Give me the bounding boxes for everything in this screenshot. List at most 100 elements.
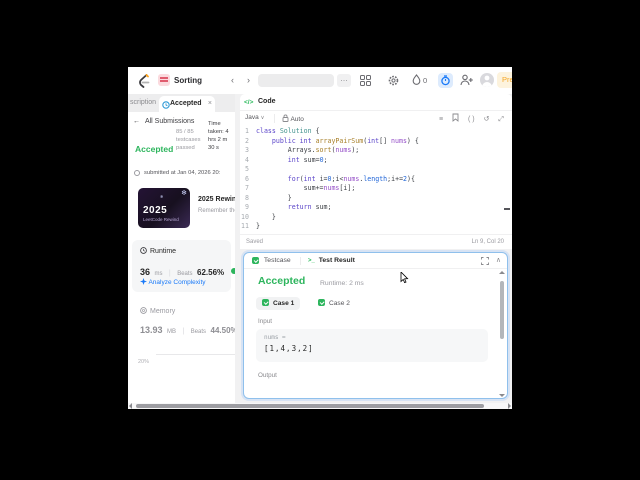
editor-status-bar: Saved Ln 9, Col 20 [240, 234, 512, 249]
bookmark-icon[interactable] [452, 113, 459, 122]
case-2-label: Case 2 [329, 300, 350, 307]
line-number: 7 [245, 184, 249, 192]
layout-grid-icon[interactable] [360, 75, 371, 86]
test-result-panel: Testcase >_ Test Result ∧ Accepted Runti… [243, 252, 508, 399]
memory-header: Memory [140, 307, 175, 315]
submitter-avatar [134, 170, 140, 176]
testcase-check-icon [252, 257, 259, 264]
line-number: 3 [245, 146, 249, 154]
page-hscrollbar[interactable] [128, 403, 512, 409]
scroll-down-icon[interactable] [499, 394, 505, 397]
memory-beats-label: Beats [190, 329, 207, 335]
editor-actions: ≡ ( ) ↺ ⤢ [432, 113, 504, 124]
test-panel-vscrollbar[interactable] [499, 271, 505, 397]
tab-testcase[interactable]: Testcase [252, 257, 291, 264]
memory-card[interactable]: Memory 13.93 MB | Beats 44.50% [132, 300, 235, 344]
close-tab-icon[interactable]: × [208, 100, 212, 107]
line-number: 2 [245, 136, 249, 145]
scrollbar-overview-mark [504, 208, 510, 210]
runtime-beats-value: 62.56% [197, 268, 225, 277]
case-2-tab[interactable]: Case 2 [312, 297, 356, 310]
page-scroll-thumb[interactable] [136, 404, 484, 408]
leetcode-logo[interactable] [136, 73, 150, 88]
code-tab-bar: </> Code [240, 94, 512, 111]
code-line: 1 class Solution { [240, 127, 512, 137]
back-arrow-icon: ← [133, 118, 140, 125]
scroll-left-icon[interactable] [129, 403, 132, 409]
case-1-label: Case 1 [273, 300, 295, 307]
leetcode-window: Sorting ‹ › ⇄ … 0 [128, 67, 512, 409]
rewind-title: 2025 Rewind [198, 196, 235, 203]
reset-code-icon[interactable]: ↺ [484, 116, 490, 123]
code-line: 7 sum+=nums[i]; [240, 184, 512, 194]
analyze-complexity-link[interactable]: Analyze Complexity [140, 278, 206, 286]
code-line: 3 Arrays.sort(nums); [240, 146, 512, 156]
tab-accepted-label: Accepted [170, 100, 202, 107]
code-editor[interactable]: 1 class Solution {2 public int arrayPairS… [240, 127, 512, 234]
autocomplete-toggle[interactable]: Auto [282, 114, 304, 123]
snowflake-icon: ❄ [181, 190, 187, 197]
scroll-up-icon[interactable] [499, 271, 505, 274]
submission-status: Accepted [135, 144, 174, 154]
timer-button[interactable] [438, 73, 453, 88]
user-avatar[interactable] [480, 73, 494, 87]
avatar-person-icon [482, 75, 492, 87]
invite-user-icon[interactable] [460, 74, 473, 86]
code-editor-panel: </> Code Java ∨ Auto ≡ ( ) ↺ ⤢ 1 class S… [240, 94, 512, 249]
snowflake-icon: ❄ [160, 194, 164, 199]
percentile-dot-icon [230, 267, 235, 274]
runtime-title: Runtime [150, 248, 177, 255]
memory-value-row: 13.93 MB | Beats 44.50% [140, 320, 235, 338]
input-value-box[interactable]: nums = [1,4,3,2] [256, 329, 488, 362]
streak-flame-icon[interactable] [412, 74, 421, 86]
rewind-year: 2025 [143, 205, 168, 216]
language-select[interactable]: Java ∨ [245, 114, 265, 121]
time-taken: Time taken: 4 hrs 2 m 30 s [208, 121, 229, 151]
autocomplete-label: Auto [290, 116, 304, 123]
tab-testcase-label: Testcase [263, 257, 291, 265]
input-param-value: [1,4,3,2] [264, 344, 314, 353]
left-panel: scription Accepted × ← All Submissions A… [128, 94, 235, 409]
code-line: 6 for(int i=0;i<nums.length;i+=2){ [240, 175, 512, 185]
case-pass-icon [262, 299, 269, 307]
premium-button[interactable]: Premium [497, 72, 512, 88]
case-1-tab[interactable]: Case 1 [256, 297, 301, 310]
tab-accepted[interactable]: Accepted × [159, 96, 215, 112]
vertical-scroll-thumb[interactable] [500, 281, 504, 339]
brackets-icon[interactable]: ( ) [468, 116, 475, 123]
code-line: 9 return sum; [240, 203, 512, 213]
code-tag-icon: </> [244, 99, 254, 106]
fullscreen-icon[interactable]: ⤢ [498, 116, 504, 123]
memory-title: Memory [150, 308, 176, 315]
problem-list-label[interactable]: Sorting [174, 67, 202, 94]
memory-chip-icon [140, 307, 147, 314]
more-menu-button[interactable]: … [337, 74, 351, 87]
tab-test-result[interactable]: >_ Test Result [308, 257, 355, 264]
code-toolbar: Java ∨ Auto ≡ ( ) ↺ ⤢ [240, 111, 512, 126]
input-param-name: nums = [264, 334, 286, 341]
submitted-at-text: submitted at Jan 04, 2026 20: [144, 170, 221, 176]
sparkle-icon [140, 278, 147, 285]
prev-question-button[interactable]: ‹ [231, 67, 234, 94]
submission-history-icon [162, 100, 170, 109]
code-tab-label[interactable]: Code [258, 98, 276, 105]
chart-gridline [156, 354, 235, 355]
runtime-card[interactable]: Runtime 36 ms | Beats 62.56% Analyze Com… [132, 240, 235, 292]
rewind-banner[interactable]: ❄ ❄ 2025 LeetCode Rewind 2025 Rewind Rem… [132, 186, 235, 232]
next-question-button[interactable]: › [247, 67, 250, 94]
output-label: Output [258, 372, 277, 379]
case-pass-icon [318, 299, 325, 307]
settings-gear-icon[interactable] [388, 75, 399, 86]
format-code-icon[interactable]: ≡ [439, 116, 443, 123]
problem-list-icon[interactable] [158, 74, 170, 86]
panel-collapse-button[interactable]: ∧ [496, 256, 501, 264]
streak-count: 0 [423, 76, 428, 85]
code-line: 10 } [241, 212, 276, 221]
memory-value: 13.93 [140, 325, 163, 335]
scroll-right-icon[interactable] [508, 403, 511, 409]
all-submissions-label: All Submissions [144, 118, 195, 125]
panel-expand-button[interactable] [481, 257, 489, 265]
rewind-thumbnail[interactable]: ❄ ❄ 2025 LeetCode Rewind [138, 188, 190, 228]
all-submissions-link[interactable]: ← All Submissions [133, 118, 194, 125]
tab-description-partial[interactable]: scription [130, 99, 156, 106]
